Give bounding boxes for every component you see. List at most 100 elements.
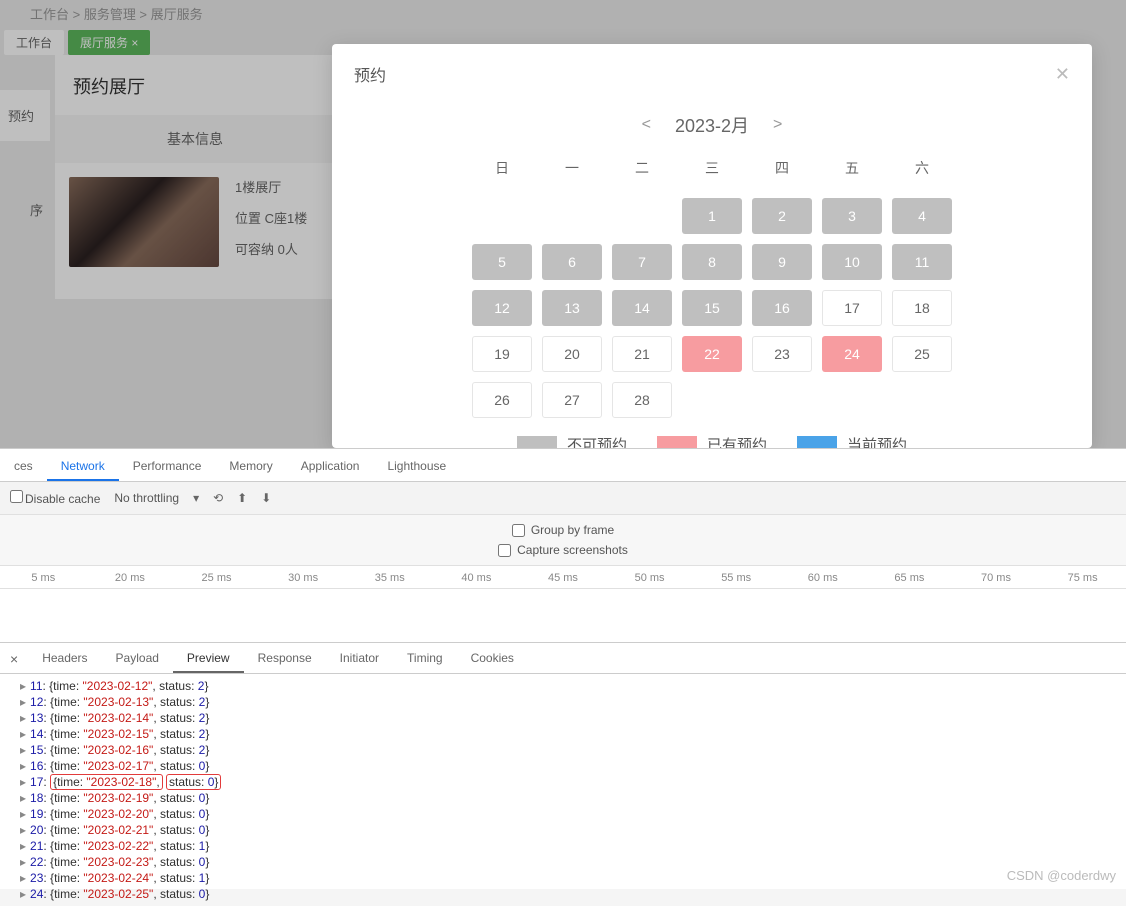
- calendar-day[interactable]: 12: [472, 290, 532, 326]
- calendar-day[interactable]: 8: [682, 244, 742, 280]
- disable-cache-checkbox[interactable]: Disable cache: [10, 490, 100, 506]
- json-row[interactable]: ▸14: {time: "2023-02-15", status: 2}: [20, 726, 1126, 742]
- modal-title: 预约: [354, 62, 386, 86]
- subtab-payload[interactable]: Payload: [102, 645, 173, 673]
- calendar-day[interactable]: 23: [752, 336, 812, 372]
- timeline-tick: 45 ms: [520, 572, 607, 584]
- devtools-tab-ces[interactable]: ces: [0, 453, 47, 481]
- calendar-day[interactable]: 16: [752, 290, 812, 326]
- request-subtabs: ×HeadersPayloadPreviewResponseInitiatorT…: [0, 643, 1126, 674]
- waterfall-area[interactable]: [0, 589, 1126, 643]
- calendar-day[interactable]: 22: [682, 336, 742, 372]
- devtools-tab-memory[interactable]: Memory: [215, 453, 286, 481]
- download-icon[interactable]: ⬇: [261, 491, 271, 505]
- day-of-week: 三: [682, 152, 742, 188]
- chevron-down-icon[interactable]: ▾: [193, 491, 199, 505]
- timeline-tick: 50 ms: [606, 572, 693, 584]
- calendar-day[interactable]: 26: [472, 382, 532, 418]
- calendar-day[interactable]: 20: [542, 336, 602, 372]
- devtools-tab-performance[interactable]: Performance: [119, 453, 216, 481]
- day-of-week: 四: [752, 152, 812, 188]
- day-of-week: 日: [472, 152, 532, 188]
- calendar-day[interactable]: 3: [822, 198, 882, 234]
- current-month: 2023-2月: [675, 112, 749, 138]
- upload-icon[interactable]: ⬆: [237, 491, 247, 505]
- timeline-tick: 40 ms: [433, 572, 520, 584]
- calendar-day[interactable]: 4: [892, 198, 952, 234]
- preview-json[interactable]: ▸11: {time: "2023-02-12", status: 2}▸12:…: [0, 674, 1126, 906]
- calendar-day[interactable]: 1: [682, 198, 742, 234]
- json-row[interactable]: ▸20: {time: "2023-02-21", status: 0}: [20, 822, 1126, 838]
- subtab-cookies[interactable]: Cookies: [457, 645, 528, 673]
- close-icon[interactable]: ✕: [1055, 64, 1070, 85]
- calendar-day[interactable]: 24: [822, 336, 882, 372]
- json-row[interactable]: ▸18: {time: "2023-02-19", status: 0}: [20, 790, 1126, 806]
- reservation-modal: 预约 ✕ < 2023-2月 > 日一二三四五六1234567891011121…: [332, 44, 1092, 448]
- calendar-day[interactable]: 2: [752, 198, 812, 234]
- calendar-day[interactable]: 6: [542, 244, 602, 280]
- calendar-nav: < 2023-2月 >: [452, 92, 972, 152]
- next-month-icon[interactable]: >: [773, 116, 782, 134]
- network-timeline[interactable]: 5 ms20 ms25 ms30 ms35 ms40 ms45 ms50 ms5…: [0, 566, 1126, 589]
- calendar-grid: 日一二三四五六123456789101112131415161718192021…: [452, 152, 972, 418]
- calendar-day[interactable]: 10: [822, 244, 882, 280]
- calendar-day[interactable]: 14: [612, 290, 672, 326]
- calendar-day[interactable]: 28: [612, 382, 672, 418]
- devtools-tab-application[interactable]: Application: [287, 453, 374, 481]
- json-row[interactable]: ▸17: {time: "2023-02-18", status: 0}: [20, 774, 1126, 790]
- devtools-tab-lighthouse[interactable]: Lighthouse: [373, 453, 460, 481]
- timeline-tick: 65 ms: [866, 572, 953, 584]
- subtab-headers[interactable]: Headers: [28, 645, 101, 673]
- calendar-day[interactable]: 21: [612, 336, 672, 372]
- calendar-day[interactable]: 11: [892, 244, 952, 280]
- timeline-tick: 25 ms: [173, 572, 260, 584]
- watermark: CSDN @coderdwy: [1007, 868, 1116, 883]
- devtools-toolbar: Disable cache No throttling ▾ ⟲ ⬆ ⬇: [0, 482, 1126, 515]
- json-row[interactable]: ▸11: {time: "2023-02-12", status: 2}: [20, 678, 1126, 694]
- calendar: < 2023-2月 > 日一二三四五六123456789101112131415…: [332, 92, 1092, 455]
- close-request-icon[interactable]: ×: [0, 645, 28, 673]
- subtab-response[interactable]: Response: [244, 645, 326, 673]
- calendar-day[interactable]: 17: [822, 290, 882, 326]
- timeline-tick: 30 ms: [260, 572, 347, 584]
- json-row[interactable]: ▸19: {time: "2023-02-20", status: 0}: [20, 806, 1126, 822]
- timeline-tick: 60 ms: [779, 572, 866, 584]
- json-row[interactable]: ▸22: {time: "2023-02-23", status: 0}: [20, 854, 1126, 870]
- calendar-day[interactable]: 15: [682, 290, 742, 326]
- devtools-options: Group by frame Capture screenshots: [0, 515, 1126, 566]
- json-row[interactable]: ▸15: {time: "2023-02-16", status: 2}: [20, 742, 1126, 758]
- calendar-day[interactable]: 27: [542, 382, 602, 418]
- calendar-day[interactable]: 7: [612, 244, 672, 280]
- day-of-week: 二: [612, 152, 672, 188]
- timeline-tick: 35 ms: [346, 572, 433, 584]
- prev-month-icon[interactable]: <: [642, 116, 651, 134]
- json-row[interactable]: ▸21: {time: "2023-02-22", status: 1}: [20, 838, 1126, 854]
- throttling-select[interactable]: No throttling: [114, 491, 179, 505]
- calendar-day[interactable]: 19: [472, 336, 532, 372]
- devtools-tabs: cesNetworkPerformanceMemoryApplicationLi…: [0, 449, 1126, 482]
- timeline-tick: 75 ms: [1039, 572, 1126, 584]
- subtab-initiator[interactable]: Initiator: [326, 645, 393, 673]
- day-of-week: 一: [542, 152, 602, 188]
- calendar-day[interactable]: 18: [892, 290, 952, 326]
- timeline-tick: 70 ms: [953, 572, 1040, 584]
- wifi-icon[interactable]: ⟲: [213, 491, 223, 505]
- calendar-day[interactable]: 13: [542, 290, 602, 326]
- group-by-frame-checkbox[interactable]: Group by frame: [512, 523, 614, 537]
- json-row[interactable]: ▸16: {time: "2023-02-17", status: 0}: [20, 758, 1126, 774]
- json-row[interactable]: ▸12: {time: "2023-02-13", status: 2}: [20, 694, 1126, 710]
- json-row[interactable]: ▸24: {time: "2023-02-25", status: 0}: [20, 886, 1126, 902]
- json-row[interactable]: ▸13: {time: "2023-02-14", status: 2}: [20, 710, 1126, 726]
- capture-screenshots-checkbox[interactable]: Capture screenshots: [498, 543, 628, 557]
- calendar-day[interactable]: 25: [892, 336, 952, 372]
- json-row[interactable]: ▸23: {time: "2023-02-24", status: 1}: [20, 870, 1126, 886]
- modal-header: 预约 ✕: [332, 44, 1092, 92]
- subtab-preview[interactable]: Preview: [173, 645, 244, 673]
- timeline-tick: 20 ms: [87, 572, 174, 584]
- timeline-tick: 5 ms: [0, 572, 87, 584]
- subtab-timing[interactable]: Timing: [393, 645, 457, 673]
- devtools-panel: cesNetworkPerformanceMemoryApplicationLi…: [0, 448, 1126, 889]
- calendar-day[interactable]: 5: [472, 244, 532, 280]
- calendar-day[interactable]: 9: [752, 244, 812, 280]
- devtools-tab-network[interactable]: Network: [47, 453, 119, 481]
